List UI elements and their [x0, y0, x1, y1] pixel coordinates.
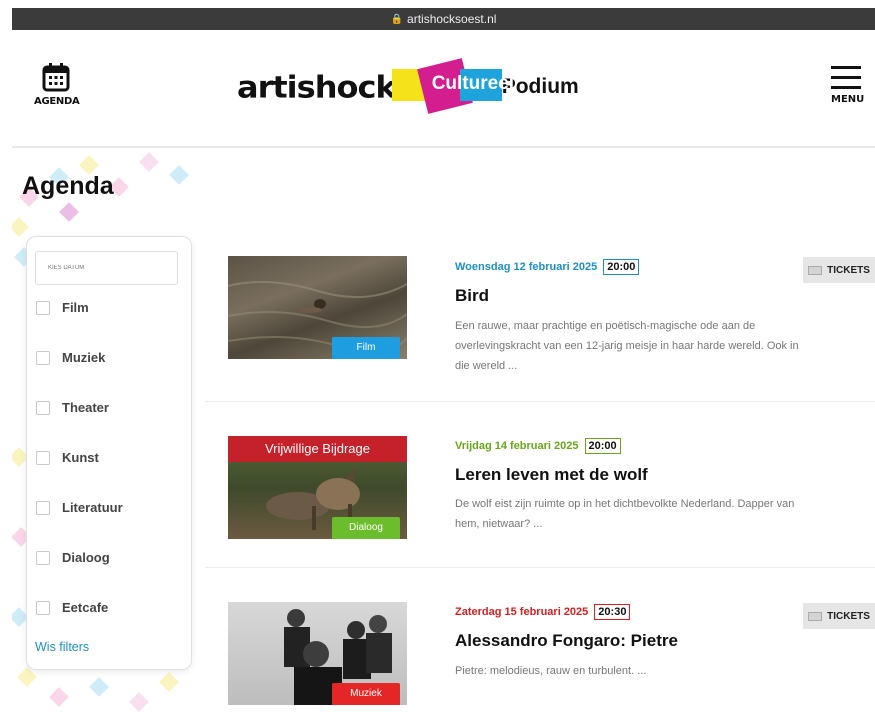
event-description: Een rauwe, maar prachtige en poëtisch-ma…	[455, 320, 799, 372]
checkbox[interactable]	[36, 450, 50, 465]
agenda-label: AGENDA	[34, 96, 80, 107]
filter-eetcafe[interactable]: Eetcafe	[36, 600, 108, 615]
event-date: Vrijdag 14 februari 2025	[455, 440, 579, 452]
logo-wordmark: artishock	[237, 68, 397, 106]
agenda-button[interactable]: AGENDA	[34, 62, 80, 107]
ticket-icon	[808, 611, 823, 621]
category-tag: Dialoog	[332, 517, 400, 539]
hamburger-icon	[831, 66, 861, 89]
menu-button[interactable]: MENU	[831, 66, 865, 105]
event-title[interactable]: Leren leven met de wolf	[455, 465, 648, 485]
lock-icon: 🔒	[390, 13, 404, 25]
filter-label: Theater	[62, 400, 109, 415]
logo-cultureel: Cultureel	[431, 73, 515, 94]
filter-panel: Film Muziek Theater Kunst Literatuur Dia…	[26, 236, 192, 670]
clear-filters-link[interactable]: Wis filters	[35, 640, 89, 654]
filter-kunst[interactable]: Kunst	[36, 450, 99, 465]
ticket-icon	[808, 265, 823, 275]
event-image[interactable]: Vrijwillige Bijdrage Dialoog	[228, 436, 407, 539]
category-tag: Muziek	[332, 683, 400, 705]
event-card[interactable]: Muziek Zaterdag 15 februari 2025 20:30 A…	[205, 597, 875, 719]
filter-theater[interactable]: Theater	[36, 400, 109, 415]
checkbox[interactable]	[36, 300, 50, 315]
checkbox[interactable]	[36, 550, 50, 565]
filter-label: Eetcafe	[62, 600, 109, 615]
divider	[205, 401, 875, 402]
event-datetime: Vrijdag 14 februari 2025 20:00	[455, 438, 621, 454]
filter-label: Dialoog	[62, 550, 110, 565]
tickets-button[interactable]: TICKETS	[803, 257, 875, 283]
filter-label: Muziek	[62, 350, 106, 365]
event-date: Woensdag 12 februari 2025	[455, 261, 598, 273]
filter-film[interactable]: Film	[36, 300, 89, 315]
filter-dialoog[interactable]: Dialoog	[36, 550, 110, 565]
site-logo[interactable]: artishock Cultureel Podium	[237, 52, 579, 122]
event-image[interactable]: Muziek	[228, 602, 407, 705]
checkbox[interactable]	[36, 350, 50, 365]
calendar-icon	[42, 63, 70, 92]
divider	[205, 567, 875, 568]
checkbox[interactable]	[36, 400, 50, 415]
filter-label: Literatuur	[62, 500, 123, 515]
date-picker-input[interactable]	[35, 251, 178, 285]
logo-color-blocks: Cultureel	[391, 57, 532, 117]
event-time: 20:30	[594, 604, 631, 620]
event-title[interactable]: Bird	[455, 286, 489, 306]
event-datetime: Zaterdag 15 februari 2025 20:30	[455, 604, 631, 620]
filter-label: Kunst	[62, 450, 99, 465]
event-description: De wolf eist zijn ruimte op in het dicht…	[455, 498, 795, 530]
event-description: Pietre: melodieus, rauw en turbulent. ..…	[455, 665, 647, 677]
event-datetime: Woensdag 12 februari 2025 20:00	[455, 259, 640, 275]
filter-label: Film	[62, 300, 89, 315]
event-title[interactable]: Alessandro Fongaro: Pietre	[455, 631, 678, 651]
page-title: Agenda	[22, 172, 114, 200]
event-time: 20:00	[584, 438, 621, 454]
browser-url-bar[interactable]: 🔒 artishocksoest.nl	[12, 8, 875, 30]
category-tag: Film	[332, 337, 400, 359]
event-card[interactable]: Film Woensdag 12 februari 2025 20:00 Bir…	[205, 250, 875, 400]
site-header: AGENDA artishock Cultureel Podium MENU	[12, 30, 875, 148]
event-card[interactable]: Vrijwillige Bijdrage Dialoog Vrijdag 14 …	[205, 430, 875, 570]
menu-label: MENU	[831, 94, 865, 105]
url-text: artishocksoest.nl	[407, 12, 497, 26]
event-image[interactable]: Film	[228, 256, 407, 359]
filter-literatuur[interactable]: Literatuur	[36, 500, 123, 515]
checkbox[interactable]	[36, 500, 50, 515]
tickets-button[interactable]: TICKETS	[803, 603, 875, 629]
event-date: Zaterdag 15 februari 2025	[455, 606, 589, 618]
event-time: 20:00	[603, 259, 640, 275]
filter-muziek[interactable]: Muziek	[36, 350, 105, 365]
checkbox[interactable]	[36, 600, 50, 615]
